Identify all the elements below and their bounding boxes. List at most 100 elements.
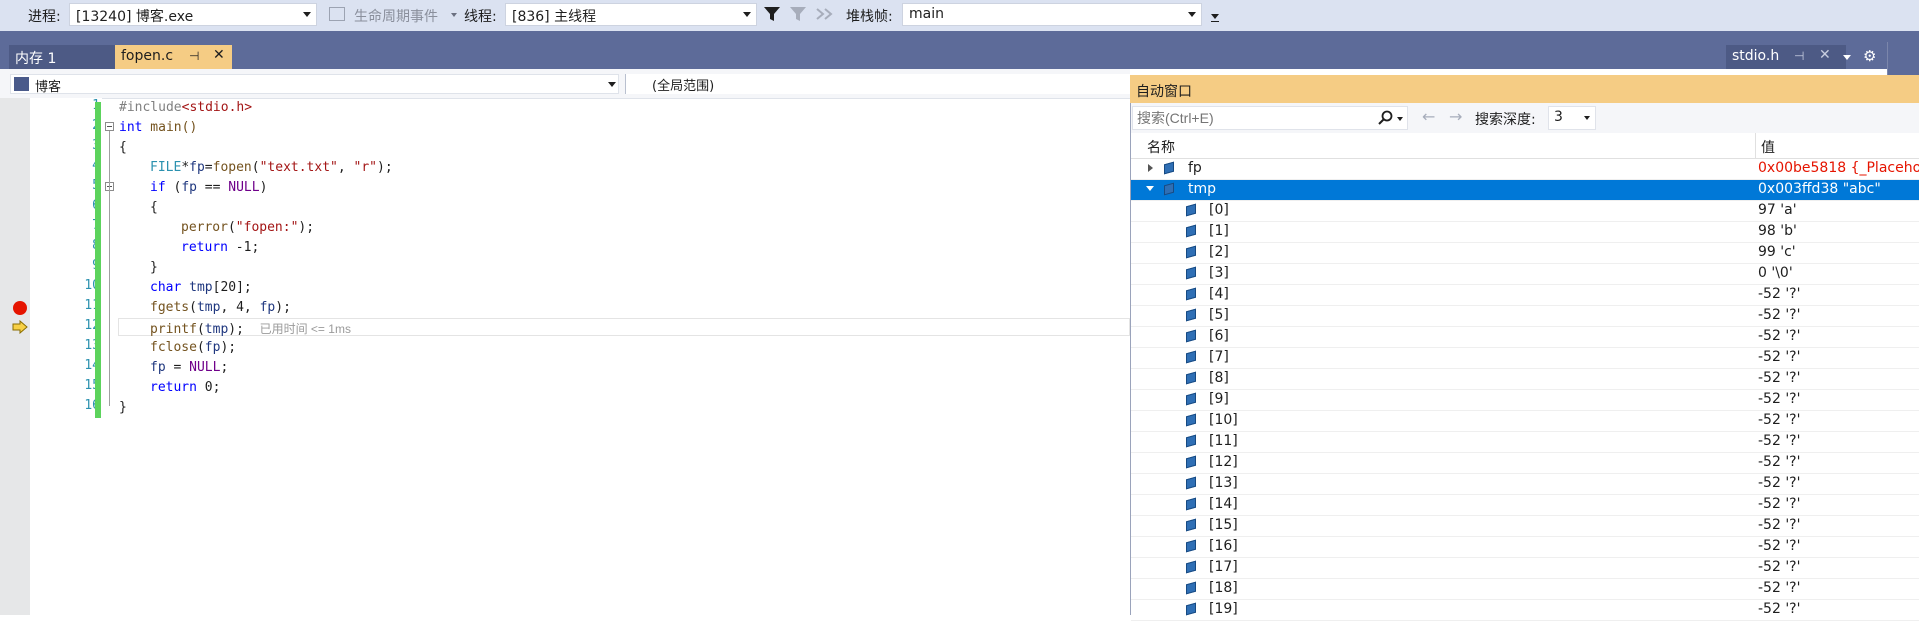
autos-row-element[interactable]: [2] bbox=[1131, 243, 1919, 264]
search-icon[interactable] bbox=[1378, 110, 1394, 126]
filter-disabled-icon[interactable] bbox=[789, 5, 807, 23]
variable-icon bbox=[1186, 371, 1196, 385]
row-name: [7] bbox=[1209, 349, 1229, 365]
code-line-6: { bbox=[150, 200, 158, 215]
indicator-margin[interactable] bbox=[0, 98, 30, 615]
row-name: [0] bbox=[1209, 202, 1229, 218]
code-line-11: fgets(tmp, 4, fp); bbox=[150, 300, 291, 315]
row-value: -52 '?' bbox=[1758, 391, 1801, 407]
expand-icon[interactable] bbox=[1148, 164, 1153, 172]
pin-icon[interactable]: ⊣ bbox=[189, 49, 199, 63]
autos-row-element[interactable]: [5] bbox=[1131, 306, 1919, 327]
code-line-7: perror("fopen:"); bbox=[181, 220, 315, 235]
row-name: [4] bbox=[1209, 286, 1229, 302]
autos-row-element[interactable]: [16] bbox=[1131, 537, 1919, 558]
autos-row-element[interactable]: [6] bbox=[1131, 327, 1919, 348]
tab-memory-1[interactable]: 内存 1 bbox=[9, 45, 115, 69]
scope-combo[interactable]: (全局范围) bbox=[625, 74, 1130, 94]
autos-toolbar: ← → 搜索深度: 3 bbox=[1131, 103, 1919, 133]
gear-icon[interactable]: ⚙ bbox=[1863, 47, 1876, 65]
code-line-1: #include<stdio.h> bbox=[119, 100, 253, 115]
tab-stdio-h[interactable]: stdio.h ⊣ ✕ bbox=[1726, 45, 1846, 69]
autos-row-element[interactable]: [11] bbox=[1131, 432, 1919, 453]
autos-row-element[interactable]: [15] bbox=[1131, 516, 1919, 537]
flag-threads-icon[interactable] bbox=[815, 6, 835, 22]
project-icon bbox=[14, 77, 29, 91]
column-header-value[interactable]: 值 bbox=[1761, 137, 1775, 157]
autos-row-element[interactable]: [17] bbox=[1131, 558, 1919, 579]
filter-icon[interactable] bbox=[763, 5, 781, 23]
close-icon[interactable]: ✕ bbox=[1819, 47, 1831, 63]
variable-icon bbox=[1186, 329, 1196, 343]
autos-row-element[interactable]: [0] bbox=[1131, 201, 1919, 222]
stack-frame-combo[interactable]: main bbox=[902, 3, 1202, 26]
autos-row-element[interactable]: [19] bbox=[1131, 600, 1919, 621]
lifecycle-events-button[interactable]: 生命周期事件 bbox=[354, 6, 438, 26]
row-name: [18] bbox=[1209, 580, 1238, 596]
autos-row-element[interactable]: [7] bbox=[1131, 348, 1919, 369]
row-name: [12] bbox=[1209, 454, 1238, 470]
search-depth-value: 3 bbox=[1554, 109, 1563, 125]
autos-search-input[interactable] bbox=[1135, 108, 1364, 128]
column-splitter[interactable] bbox=[1755, 133, 1756, 158]
pin-icon[interactable]: ⊣ bbox=[1794, 49, 1804, 63]
column-header-name[interactable]: 名称 bbox=[1147, 137, 1175, 157]
row-value: -52 '?' bbox=[1758, 559, 1801, 575]
autos-row-element[interactable]: [12] bbox=[1131, 453, 1919, 474]
tab-label: stdio.h bbox=[1732, 48, 1780, 64]
line-number-gutter: 1 2 3 4 5 6 7 8 9 10 11 12 13 14 15 16 bbox=[30, 98, 102, 615]
process-value: [13240] 博客.exe bbox=[76, 9, 194, 25]
project-combo[interactable]: 博客 bbox=[10, 74, 619, 95]
tab-fopen-c[interactable]: fopen.c ⊣ ✕ bbox=[115, 45, 232, 69]
thread-combo[interactable]: [836] 主线程 bbox=[505, 3, 757, 26]
row-value: 0 '\0' bbox=[1758, 265, 1793, 281]
row-name: [14] bbox=[1209, 496, 1238, 512]
stack-frame-label: 堆栈帧: bbox=[846, 9, 893, 25]
search-forward-icon[interactable]: → bbox=[1449, 107, 1462, 126]
autos-row-element[interactable]: [9] bbox=[1131, 390, 1919, 411]
autos-row-element[interactable]: [8] bbox=[1131, 369, 1919, 390]
autos-row-element[interactable]: [1] bbox=[1131, 222, 1919, 243]
row-name: [6] bbox=[1209, 328, 1229, 344]
autos-search-box[interactable] bbox=[1132, 106, 1408, 130]
tab-label: 内存 1 bbox=[15, 51, 57, 67]
change-tracking-bar bbox=[95, 102, 101, 418]
autos-row-element[interactable]: [10] bbox=[1131, 411, 1919, 432]
autos-row-element[interactable]: [3] bbox=[1131, 264, 1919, 285]
row-value: -52 '?' bbox=[1758, 538, 1801, 554]
autos-title-bar[interactable]: 自动窗口 bbox=[1130, 75, 1919, 103]
autos-row-element[interactable]: [4] bbox=[1131, 285, 1919, 306]
search-depth-combo[interactable]: 3 bbox=[1548, 106, 1596, 130]
close-icon[interactable]: ✕ bbox=[213, 47, 225, 63]
process-combo[interactable]: [13240] 博客.exe bbox=[69, 3, 317, 26]
toolbar-overflow-icon[interactable] bbox=[1211, 14, 1219, 19]
row-value: -52 '?' bbox=[1758, 517, 1801, 533]
scope-name: (全局范围) bbox=[652, 79, 715, 94]
collapse-icon[interactable] bbox=[1146, 186, 1154, 191]
autos-row-element[interactable]: [18] bbox=[1131, 579, 1919, 600]
row-name: [8] bbox=[1209, 370, 1229, 386]
chevron-down-icon[interactable] bbox=[1397, 117, 1403, 121]
row-value: -52 '?' bbox=[1758, 475, 1801, 491]
row-value: -52 '?' bbox=[1758, 328, 1801, 344]
variable-icon bbox=[1186, 392, 1196, 406]
process-label: 进程: bbox=[28, 9, 61, 25]
variable-icon bbox=[1164, 182, 1174, 196]
variable-icon bbox=[1164, 161, 1174, 175]
project-name: 博客 bbox=[35, 80, 62, 95]
variable-icon bbox=[1186, 497, 1196, 511]
search-back-icon[interactable]: ← bbox=[1422, 107, 1435, 126]
autos-row-element[interactable]: [13] bbox=[1131, 474, 1919, 495]
chevron-down-icon bbox=[1188, 12, 1196, 17]
code-line-12: printf(tmp); 已用时间 <= 1ms bbox=[150, 322, 351, 337]
row-value: 98 'b' bbox=[1758, 223, 1797, 239]
chevron-down-icon bbox=[1584, 116, 1590, 120]
breakpoint-icon[interactable] bbox=[13, 301, 27, 315]
stack-frame-value: main bbox=[909, 6, 944, 22]
tab-list-dropdown-icon[interactable] bbox=[1843, 55, 1851, 60]
line-number: 12 bbox=[84, 318, 100, 333]
row-name: [11] bbox=[1209, 433, 1238, 449]
row-value: -52 '?' bbox=[1758, 454, 1801, 470]
git-side-tab[interactable] bbox=[1887, 42, 1919, 75]
autos-row-element[interactable]: [14] bbox=[1131, 495, 1919, 516]
